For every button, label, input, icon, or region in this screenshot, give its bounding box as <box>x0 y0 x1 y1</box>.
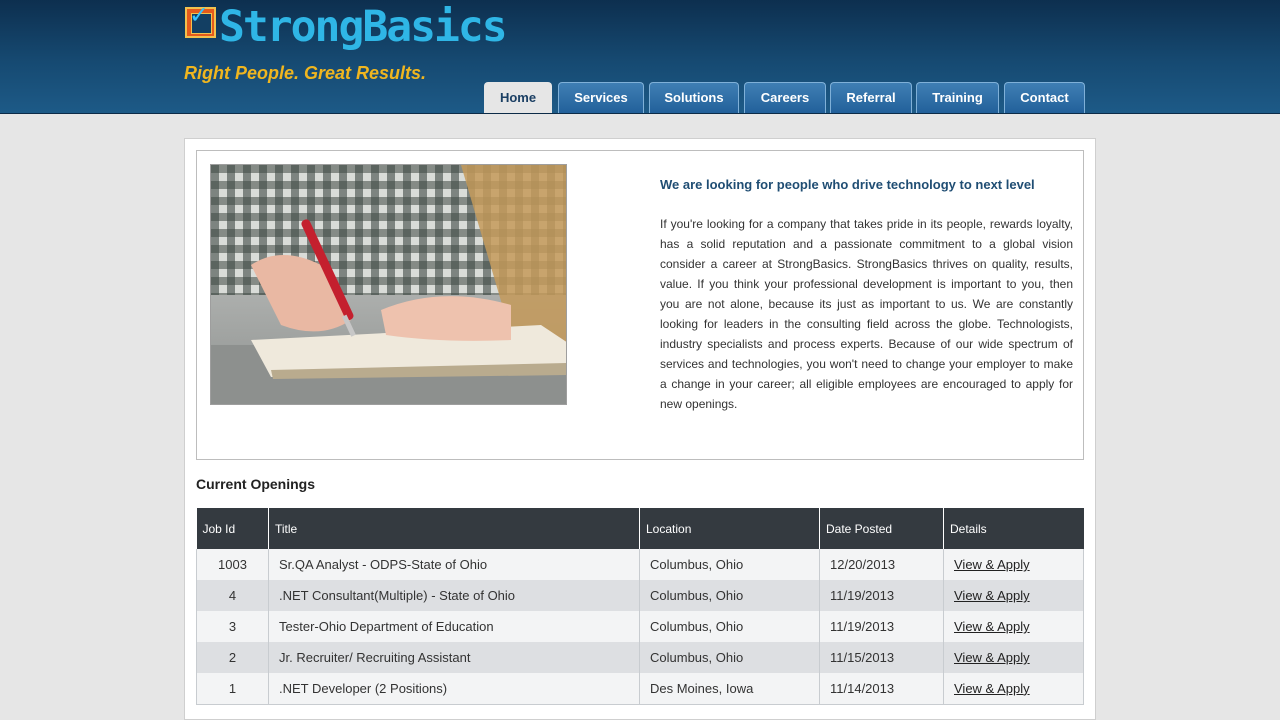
view-apply-link[interactable]: View & Apply <box>954 681 1030 696</box>
job-id: 4 <box>196 580 269 611</box>
col-job-id: Job Id <box>196 508 269 549</box>
col-title: Title <box>268 508 640 549</box>
nav-tab-home[interactable]: Home <box>484 82 552 113</box>
details-cell: View & Apply <box>943 580 1084 611</box>
site-tagline: Right People. Great Results. <box>184 63 427 83</box>
job-title: Tester-Ohio Department of Education <box>268 611 640 642</box>
nav-tab-contact[interactable]: Contact <box>1004 82 1085 113</box>
table-header-row: Job Id Title Location Date Posted Detail… <box>196 508 1084 549</box>
checkmark-badge-icon[interactable]: ✓ <box>185 3 216 38</box>
hero-photo <box>210 164 567 405</box>
job-date: 12/20/2013 <box>819 549 944 580</box>
details-cell: View & Apply <box>943 642 1084 673</box>
view-apply-link[interactable]: View & Apply <box>954 588 1030 603</box>
job-id: 1003 <box>196 549 269 580</box>
job-location: Columbus, Ohio <box>639 580 820 611</box>
col-details: Details <box>943 508 1084 549</box>
site-header: ✓ StrongBasics Right People. Great Resul… <box>0 0 1280 114</box>
view-apply-link[interactable]: View & Apply <box>954 650 1030 665</box>
details-cell: View & Apply <box>943 611 1084 642</box>
job-location: Columbus, Ohio <box>639 611 820 642</box>
table-row: 1 .NET Developer (2 Positions) Des Moine… <box>196 673 1084 705</box>
table-row: 2 Jr. Recruiter/ Recruiting Assistant Co… <box>196 642 1084 673</box>
nav-tab-services[interactable]: Services <box>558 82 644 113</box>
job-id: 2 <box>196 642 269 673</box>
table-row: 3 Tester-Ohio Department of Education Co… <box>196 611 1084 642</box>
job-date: 11/15/2013 <box>819 642 944 673</box>
intro-body: If you're looking for a company that tak… <box>660 217 1073 411</box>
job-location: Columbus, Ohio <box>639 549 820 580</box>
job-title: .NET Developer (2 Positions) <box>268 673 640 705</box>
openings-table: Job Id Title Location Date Posted Detail… <box>196 508 1084 705</box>
table-row: 1003 Sr.QA Analyst - ODPS-State of Ohio … <box>196 549 1084 580</box>
details-cell: View & Apply <box>943 549 1084 580</box>
nav-tab-solutions[interactable]: Solutions <box>649 82 739 113</box>
openings-heading: Current Openings <box>196 476 316 492</box>
intro-heading: We are looking for people who drive tech… <box>660 177 1035 192</box>
details-cell: View & Apply <box>943 673 1084 705</box>
job-location: Columbus, Ohio <box>639 642 820 673</box>
job-date: 11/19/2013 <box>819 580 944 611</box>
job-date: 11/14/2013 <box>819 673 944 705</box>
job-title: Jr. Recruiter/ Recruiting Assistant <box>268 642 640 673</box>
table-row: 4 .NET Consultant(Multiple) - State of O… <box>196 580 1084 611</box>
view-apply-link[interactable]: View & Apply <box>954 619 1030 634</box>
job-title: .NET Consultant(Multiple) - State of Ohi… <box>268 580 640 611</box>
site-logo[interactable]: StrongBasics <box>219 1 508 53</box>
job-date: 11/19/2013 <box>819 611 944 642</box>
job-title: Sr.QA Analyst - ODPS-State of Ohio <box>268 549 640 580</box>
job-id: 3 <box>196 611 269 642</box>
job-id: 1 <box>196 673 269 705</box>
col-date-posted: Date Posted <box>819 508 944 549</box>
nav-tab-referral[interactable]: Referral <box>830 82 912 113</box>
col-location: Location <box>639 508 820 549</box>
view-apply-link[interactable]: View & Apply <box>954 557 1030 572</box>
job-location: Des Moines, Iowa <box>639 673 820 705</box>
nav-tab-careers[interactable]: Careers <box>744 82 826 113</box>
nav-tab-training[interactable]: Training <box>916 82 999 113</box>
